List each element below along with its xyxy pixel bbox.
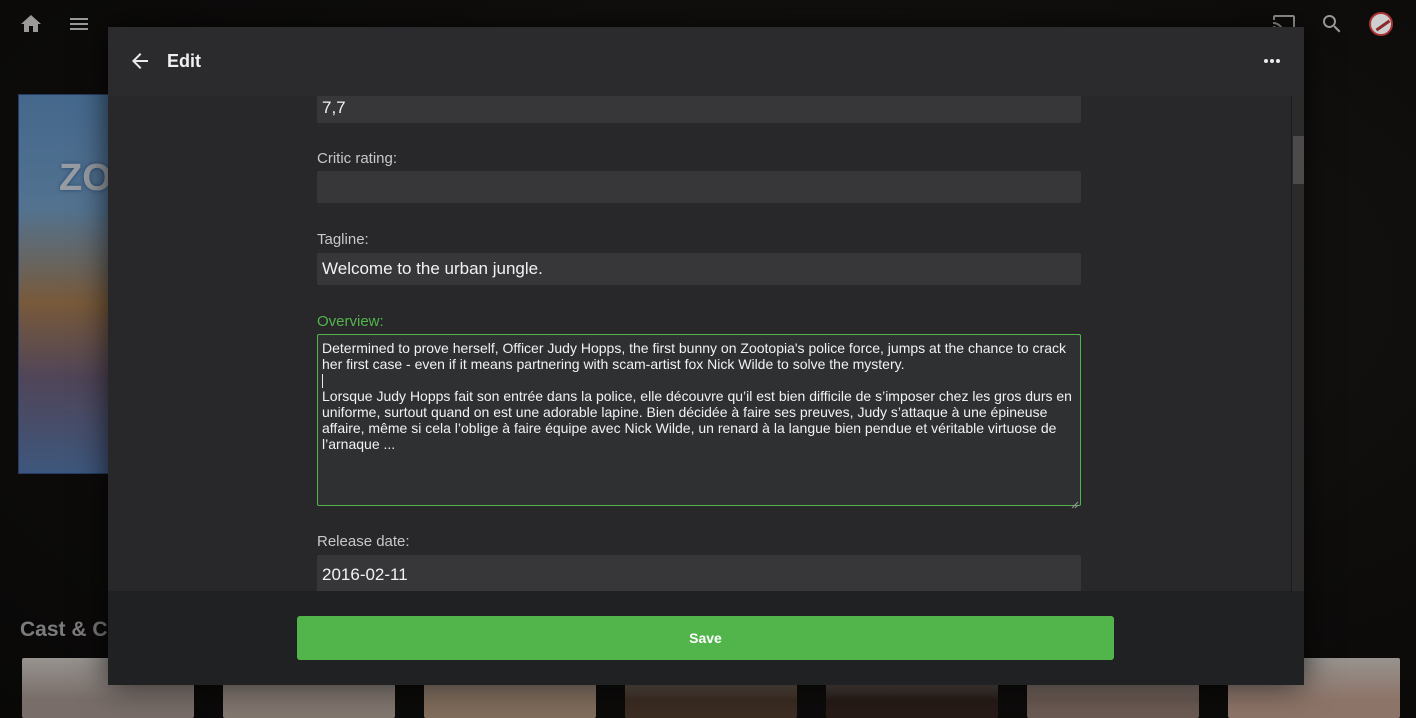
resize-grip-icon[interactable] (1071, 496, 1079, 509)
dialog-title: Edit (167, 51, 201, 71)
text-caret-line (322, 372, 1076, 389)
user-avatar[interactable] (1369, 12, 1393, 36)
menu-icon[interactable] (67, 12, 91, 36)
save-button[interactable]: Save (297, 616, 1114, 660)
scrollbar-thumb[interactable] (1293, 136, 1304, 184)
overview-text-en: Determined to prove herself, Officer Jud… (322, 340, 1067, 372)
tagline-input[interactable]: Welcome to the urban jungle. (317, 253, 1081, 285)
arrow-back-icon[interactable] (128, 49, 152, 73)
overview-text-fr: Lorsque Judy Hopps fait son entrée dans … (322, 388, 1072, 453)
community-rating-input[interactable]: 7,7 (317, 96, 1081, 123)
home-icon[interactable] (19, 12, 43, 36)
edit-dialog: Edit 7,7 Critic rating: Tagline: Welcome… (108, 27, 1304, 685)
dialog-scroll-content[interactable]: 7,7 Critic rating: Tagline: Welcome to t… (108, 96, 1304, 591)
critic-rating-input[interactable] (317, 171, 1081, 203)
text-caret (322, 374, 323, 389)
tagline-label: Tagline: (317, 231, 369, 248)
more-horiz-icon[interactable] (1260, 49, 1284, 73)
overview-textarea[interactable]: Determined to prove herself, Officer Jud… (317, 334, 1081, 509)
dialog-scrollbar[interactable] (1291, 96, 1304, 591)
critic-rating-label: Critic rating: (317, 150, 398, 167)
release-date-input[interactable]: 2016-02-11 (317, 555, 1081, 591)
release-date-label: Release date: (317, 533, 410, 550)
overview-label: Overview: (317, 313, 384, 330)
dialog-header: Edit (108, 27, 1304, 96)
dialog-footer: Save (108, 591, 1304, 685)
search-icon[interactable] (1320, 12, 1344, 36)
